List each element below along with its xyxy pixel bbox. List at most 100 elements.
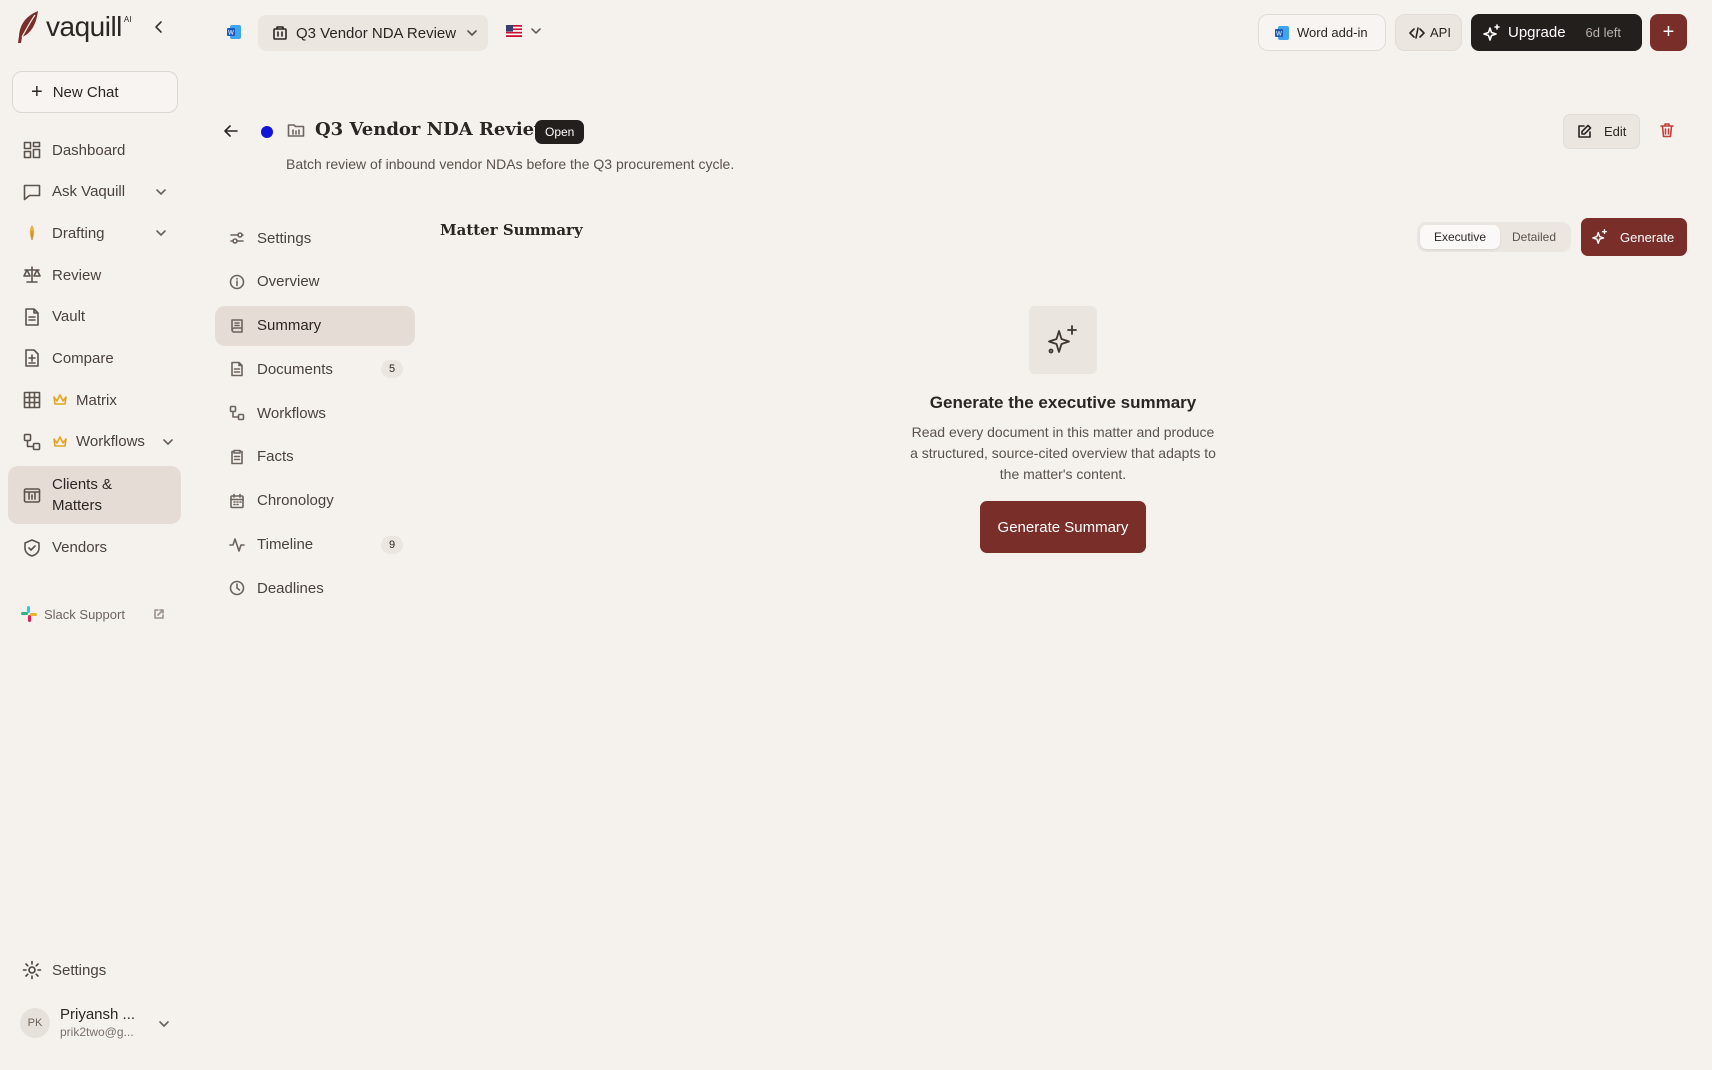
user-menu[interactable]: PK Priyansh ... prik2two@g... (20, 1006, 170, 1039)
timeline-count-badge: 9 (381, 535, 403, 554)
sliders-icon (230, 232, 244, 244)
workflow-icon (23, 433, 41, 451)
upgrade-label: Upgrade (1508, 24, 1566, 41)
tab-deadlines[interactable]: Deadlines (215, 568, 415, 608)
tab-chronology[interactable]: Chronology (215, 481, 415, 521)
quill-logo-icon (18, 11, 38, 43)
matter-selector[interactable]: Q3 Vendor NDA Review (258, 15, 488, 51)
app-logo[interactable]: vaquill AI (16, 10, 131, 44)
documents-count-badge: 5 (381, 360, 403, 379)
sparkles-icon (1048, 325, 1077, 354)
tab-facts[interactable]: Facts (215, 437, 415, 477)
generate-button[interactable]: Generate (1581, 218, 1687, 256)
sidebar-item-label: Compare (52, 349, 114, 367)
clock-icon (229, 581, 245, 596)
sidebar-item-ask-vaquill[interactable]: Ask Vaquill (8, 172, 181, 212)
mode-detailed-option[interactable]: Detailed (1500, 225, 1568, 249)
chat-icon (23, 184, 41, 200)
sparkles-icon (1592, 229, 1607, 244)
tab-summary[interactable]: Summary (215, 305, 415, 346)
gear-icon (22, 960, 42, 980)
jurisdiction-selector[interactable] (506, 25, 542, 37)
dashboard-icon (23, 141, 41, 159)
sidebar-settings-label: Settings (52, 961, 107, 979)
generate-summary-button[interactable]: Generate Summary (980, 501, 1146, 553)
sidebar-item-review[interactable]: Review (8, 255, 181, 295)
empty-state-description: Read every document in this matter and p… (910, 424, 1216, 482)
chevron-down-icon[interactable] (162, 436, 174, 448)
sidebar-item-vendors[interactable]: Vendors (8, 528, 181, 568)
sidebar-item-label: Dashboard (52, 141, 126, 159)
mode-executive-option[interactable]: Executive (1420, 225, 1500, 249)
tab-label: Chronology (257, 492, 334, 510)
chevron-down-icon[interactable] (155, 186, 167, 198)
edit-matter-button[interactable]: Edit (1563, 114, 1640, 149)
tab-label: Workflows (257, 404, 326, 422)
word-icon: W (227, 25, 241, 39)
sidebar-item-drafting[interactable]: Drafting (8, 213, 181, 253)
sparkles-icon (1483, 23, 1500, 41)
grid-icon (23, 391, 41, 409)
word-addin-label: Word add-in (1297, 25, 1368, 40)
generate-label: Generate (1620, 229, 1675, 245)
tab-workflows[interactable]: Workflows (215, 393, 415, 433)
trash-icon (1660, 123, 1674, 138)
activity-icon (229, 537, 245, 552)
trial-remaining: 6d left (1585, 25, 1621, 40)
chevron-left-icon (155, 21, 162, 33)
svg-text:W: W (1276, 30, 1282, 37)
back-button[interactable] (222, 122, 240, 140)
tab-overview[interactable]: Overview (215, 262, 415, 302)
new-item-button[interactable]: + (1650, 14, 1687, 51)
us-flag-icon (506, 25, 522, 37)
sidebar-item-workflows[interactable]: Workflows (8, 422, 181, 462)
sidebar-item-clients-matters[interactable]: Clients & Matters (8, 465, 181, 524)
sidebar-item-dashboard[interactable]: Dashboard (8, 130, 181, 170)
word-addin-button[interactable]: W Word add-in (1258, 14, 1386, 51)
summary-icon (231, 318, 243, 333)
tab-settings[interactable]: Settings (215, 218, 415, 258)
sidebar-item-vault[interactable]: Vault (8, 297, 181, 337)
svg-text:W: W (228, 30, 234, 37)
chevron-down-icon (159, 1021, 169, 1027)
sidebar-item-label: Matrix (76, 391, 117, 409)
chevron-down-icon[interactable] (155, 227, 167, 239)
sidebar-item-label: Review (52, 266, 102, 284)
empty-state-title: Generate the executive summary (929, 393, 1197, 412)
tab-documents[interactable]: Documents 5 (215, 349, 415, 389)
tab-label: Timeline (257, 536, 314, 554)
plus-icon: + (31, 81, 43, 103)
section-title: Matter Summary (440, 221, 583, 239)
delete-matter-button[interactable] (1659, 122, 1675, 138)
user-email: prik2two@g... (60, 1025, 134, 1039)
tab-label: Documents (257, 360, 333, 378)
sidebar-item-label: Drafting (52, 224, 105, 242)
empty-state-icon-box (1029, 306, 1097, 374)
compare-icon (25, 349, 39, 368)
scale-icon (23, 266, 41, 283)
folder-icon (287, 124, 305, 137)
empty-state: Generate the executive summary Read ever… (880, 306, 1246, 553)
tab-timeline[interactable]: Timeline 9 (215, 525, 415, 565)
upgrade-button[interactable]: Upgrade 6d left (1471, 14, 1642, 51)
matters-icon (23, 488, 41, 503)
collapse-sidebar-button[interactable] (152, 20, 166, 34)
pen-icon (29, 225, 35, 241)
sidebar-item-compare[interactable]: Compare (8, 338, 181, 378)
sidebar-settings[interactable]: Settings (22, 960, 106, 980)
shield-icon (24, 539, 40, 557)
matter-title: Q3 Vendor NDA Review (315, 119, 550, 140)
arrow-left-icon (224, 125, 238, 137)
sidebar-item-label: Workflows (76, 433, 145, 451)
sidebar-item-matrix[interactable]: Matrix (8, 380, 181, 420)
slack-support-label: Slack Support (44, 606, 125, 622)
word-app-icon[interactable]: W (226, 24, 242, 40)
document-icon (231, 362, 243, 377)
slack-support-link[interactable]: Slack Support (20, 605, 165, 623)
chevron-down-icon (467, 30, 477, 36)
api-button[interactable]: API (1395, 14, 1462, 51)
sidebar-item-label: Vendors (52, 539, 108, 557)
avatar: PK (20, 1007, 50, 1038)
status-badge: Open (535, 120, 585, 144)
new-chat-button[interactable]: + New Chat (12, 71, 178, 113)
